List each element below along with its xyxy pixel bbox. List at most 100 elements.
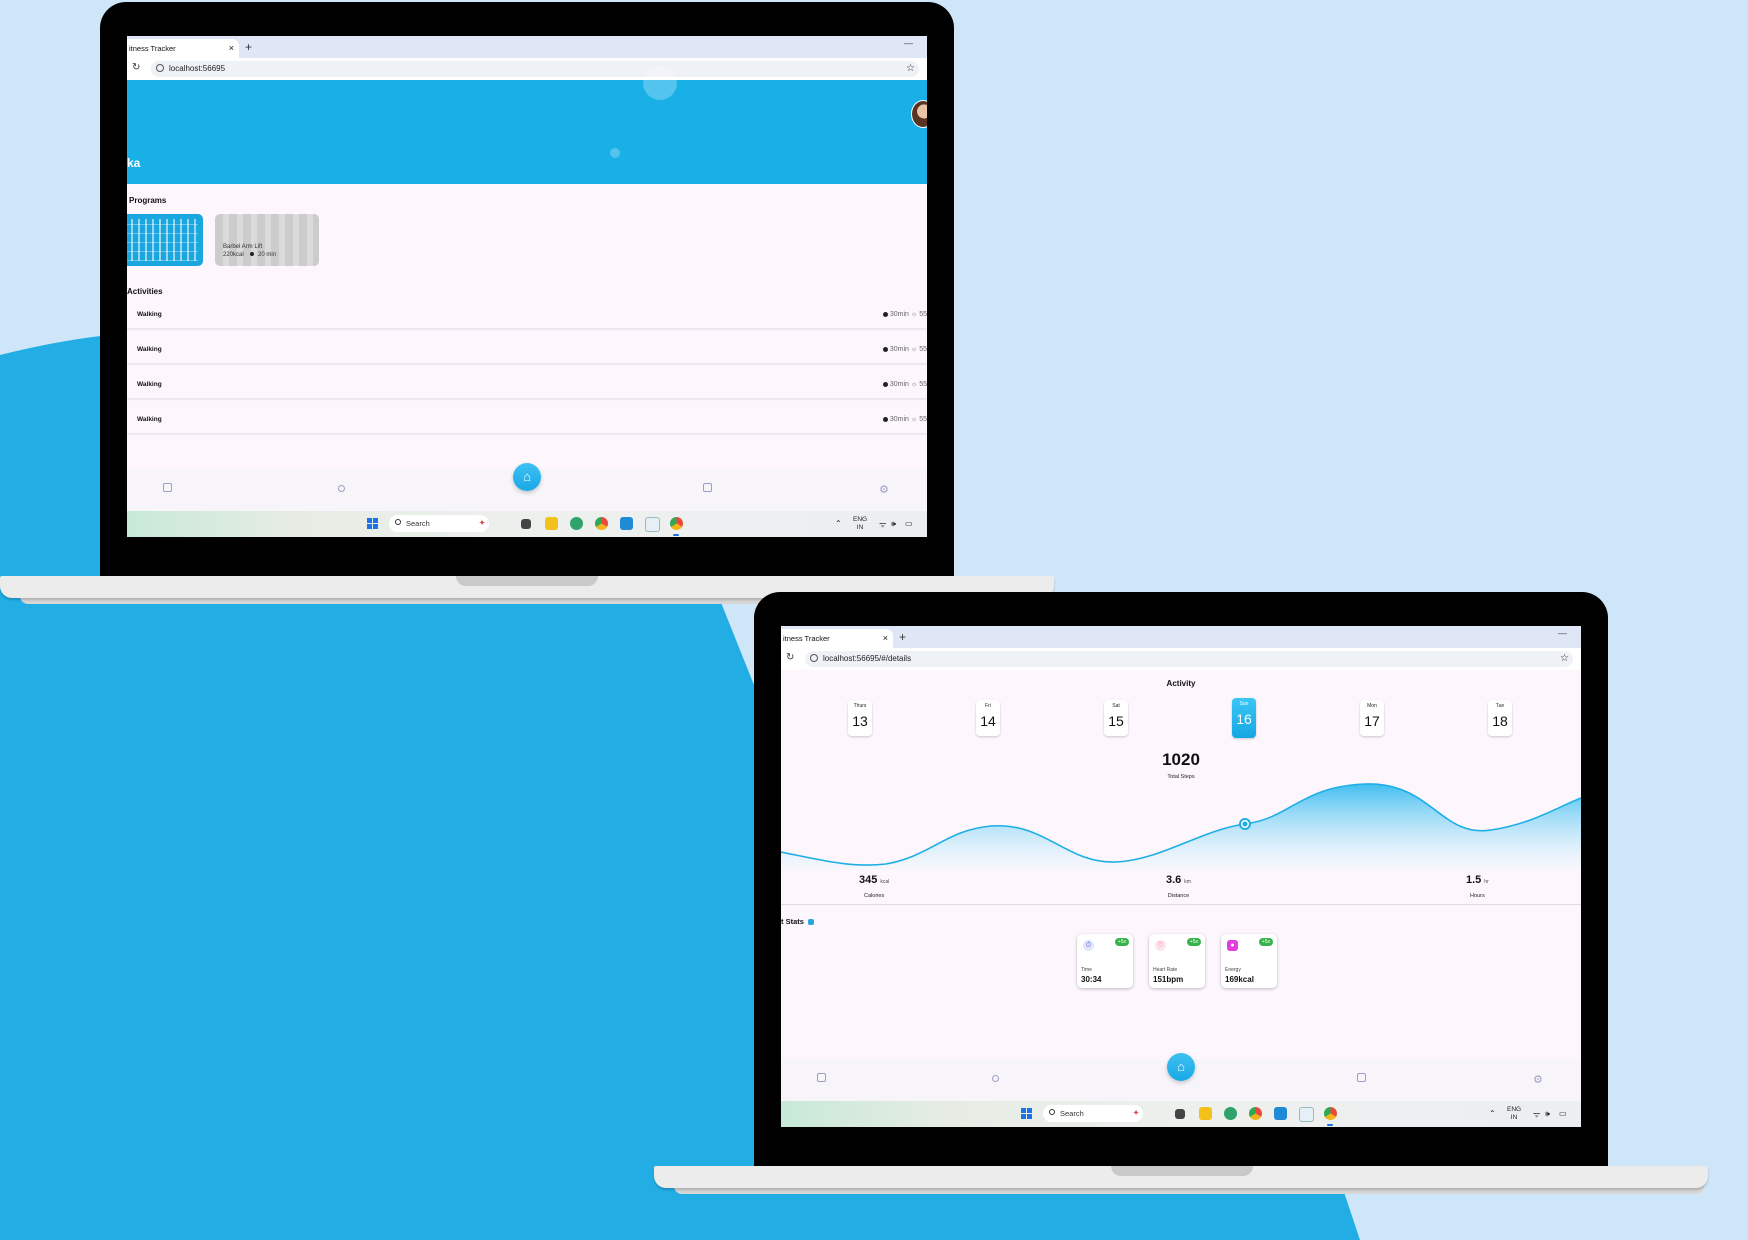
stats-icon[interactable] bbox=[163, 483, 172, 495]
taskbar-search[interactable]: Search ✦ bbox=[1043, 1105, 1143, 1122]
home-icon[interactable]: ⌂ bbox=[1167, 1053, 1195, 1081]
vscode-icon[interactable] bbox=[1274, 1107, 1287, 1120]
site-info-icon[interactable] bbox=[810, 654, 818, 662]
search-icon[interactable] bbox=[992, 1073, 999, 1085]
program-card[interactable] bbox=[127, 214, 203, 266]
vscode-icon[interactable] bbox=[620, 517, 633, 530]
input-language[interactable]: ENG IN bbox=[853, 516, 867, 532]
avatar[interactable] bbox=[911, 100, 927, 128]
edge-icon[interactable] bbox=[1224, 1107, 1237, 1120]
stat-value: 1.5 bbox=[1466, 874, 1482, 886]
taskbar-search-label: Search bbox=[406, 519, 430, 528]
browser-tabbar: itness Tracker × + — bbox=[781, 626, 1581, 648]
file-explorer-icon[interactable] bbox=[1199, 1107, 1212, 1120]
chrome-dev-icon[interactable] bbox=[1249, 1107, 1262, 1120]
stat-unit: kcal bbox=[880, 879, 890, 885]
reload-icon[interactable]: ↻ bbox=[132, 62, 140, 73]
stat-label: Hours bbox=[1470, 893, 1485, 899]
tab-close-icon[interactable]: × bbox=[883, 629, 888, 648]
browser-tab[interactable]: itness Tracker × bbox=[127, 39, 239, 58]
minimize-button[interactable]: — bbox=[1558, 628, 1567, 638]
search-icon[interactable] bbox=[338, 483, 345, 495]
activity-meta-text: 30min ☼ 55 bbox=[889, 311, 927, 318]
home-icon[interactable]: ⌂ bbox=[513, 463, 541, 491]
url-input[interactable]: localhost:56695/#/details ☆ bbox=[805, 651, 1573, 667]
bookmark-star-icon[interactable]: ☆ bbox=[1560, 651, 1569, 667]
activity-name: Walking bbox=[137, 346, 162, 353]
taskbar-search[interactable]: Search ✦ bbox=[389, 515, 489, 532]
edge-icon[interactable] bbox=[570, 517, 583, 530]
day-chip[interactable]: Fri 14 bbox=[976, 700, 1000, 736]
minimize-button[interactable]: — bbox=[904, 38, 913, 48]
day-chip[interactable]: Tue 18 bbox=[1488, 700, 1512, 736]
browser-tab[interactable]: itness Tracker × bbox=[781, 629, 893, 648]
program-meta: 220kcal 20 min bbox=[223, 252, 276, 258]
task-view-icon[interactable] bbox=[521, 519, 531, 529]
time-stat-card[interactable]: ⏱ +5s Time 30:34 bbox=[1077, 934, 1133, 988]
stat-card-label: Time bbox=[1081, 967, 1092, 973]
program-duration: 20 min bbox=[258, 252, 277, 258]
stat-card-label: Energy bbox=[1225, 967, 1241, 973]
chrome-icon[interactable] bbox=[1324, 1107, 1337, 1120]
activity-meta-text: 30min ☼ 55 bbox=[889, 381, 927, 388]
settings-icon[interactable]: ⚙ bbox=[879, 483, 889, 496]
clock-icon bbox=[250, 252, 255, 257]
flutter-app-icon[interactable] bbox=[1299, 1107, 1314, 1122]
stats-icon[interactable] bbox=[817, 1073, 826, 1085]
stopwatch-icon: ⏱ bbox=[1083, 940, 1094, 951]
program-card[interactable]: Barbel Arm Lift 220kcal 20 min bbox=[215, 214, 319, 266]
activity-row[interactable]: Walking 30min ☼ 55 bbox=[127, 302, 927, 329]
volume-icon[interactable]: 🕪 bbox=[891, 519, 896, 529]
battery-icon[interactable]: ▭ bbox=[905, 519, 913, 528]
day-chip-selected[interactable]: Sun 16 bbox=[1232, 698, 1256, 738]
chrome-icon[interactable] bbox=[670, 517, 683, 530]
chrome-dev-icon[interactable] bbox=[595, 517, 608, 530]
activity-name: Walking bbox=[137, 416, 162, 423]
day-date: 16 bbox=[1236, 711, 1252, 727]
activity-meta-text: 30min ☼ 55 bbox=[889, 346, 927, 353]
volume-icon[interactable]: 🕪 bbox=[1545, 1109, 1550, 1119]
clock-icon bbox=[882, 346, 888, 352]
energy-stat-card[interactable]: ● +5s Energy 169kcal bbox=[1221, 934, 1277, 988]
new-tab-button[interactable]: + bbox=[245, 39, 252, 56]
user-greeting-name: ka bbox=[127, 156, 141, 170]
activity-name: Walking bbox=[137, 381, 162, 388]
flutter-app-icon[interactable] bbox=[645, 517, 660, 532]
site-info-icon[interactable] bbox=[156, 64, 164, 72]
tray-chevron-icon[interactable]: ⌃ bbox=[1489, 1109, 1496, 1118]
new-tab-button[interactable]: + bbox=[899, 629, 906, 646]
wifi-icon[interactable]: ᯤ bbox=[1533, 1109, 1540, 1120]
task-view-icon[interactable] bbox=[1175, 1109, 1185, 1119]
search-highlight-icon: ✦ bbox=[1133, 1110, 1139, 1117]
stat-badge: +5s bbox=[1258, 938, 1273, 946]
calendar-icon[interactable] bbox=[703, 483, 712, 495]
wifi-icon[interactable]: ᯤ bbox=[879, 519, 886, 530]
tab-close-icon[interactable]: × bbox=[229, 39, 234, 58]
taskbar-indicator bbox=[1327, 1124, 1333, 1126]
programs-title: Programs bbox=[129, 196, 167, 205]
activity-row[interactable]: Walking 30min ☼ 55 bbox=[127, 407, 927, 434]
day-name: Sat bbox=[1112, 703, 1120, 709]
url-input[interactable]: localhost:56695 ☆ bbox=[151, 61, 919, 77]
heart-rate-stat-card[interactable]: ♡ +5s Heart Rate 151bpm bbox=[1149, 934, 1205, 988]
activity-meta: 30min ☼ 55 bbox=[882, 346, 927, 353]
day-chip[interactable]: Sat 15 bbox=[1104, 700, 1128, 736]
battery-icon[interactable]: ▭ bbox=[1559, 1109, 1567, 1118]
day-chip[interactable]: Mon 17 bbox=[1360, 700, 1384, 736]
input-language[interactable]: ENG IN bbox=[1507, 1106, 1521, 1122]
bookmark-star-icon[interactable]: ☆ bbox=[906, 61, 915, 77]
tab-title: itness Tracker bbox=[783, 634, 830, 643]
windows-start-icon[interactable] bbox=[1021, 1108, 1033, 1120]
search-icon bbox=[1049, 1109, 1055, 1115]
windows-start-icon[interactable] bbox=[367, 518, 379, 530]
calendar-icon[interactable] bbox=[1357, 1073, 1366, 1085]
clock-icon bbox=[882, 416, 888, 422]
tray-chevron-icon[interactable]: ⌃ bbox=[835, 519, 842, 528]
settings-icon[interactable]: ⚙ bbox=[1533, 1073, 1543, 1086]
reload-icon[interactable]: ↻ bbox=[786, 652, 794, 663]
heart-icon: ♡ bbox=[1155, 940, 1166, 951]
day-chip[interactable]: Thurs 13 bbox=[848, 700, 872, 736]
activity-row[interactable]: Walking 30min ☼ 55 bbox=[127, 372, 927, 399]
file-explorer-icon[interactable] bbox=[545, 517, 558, 530]
activity-row[interactable]: Walking 30min ☼ 55 bbox=[127, 337, 927, 364]
